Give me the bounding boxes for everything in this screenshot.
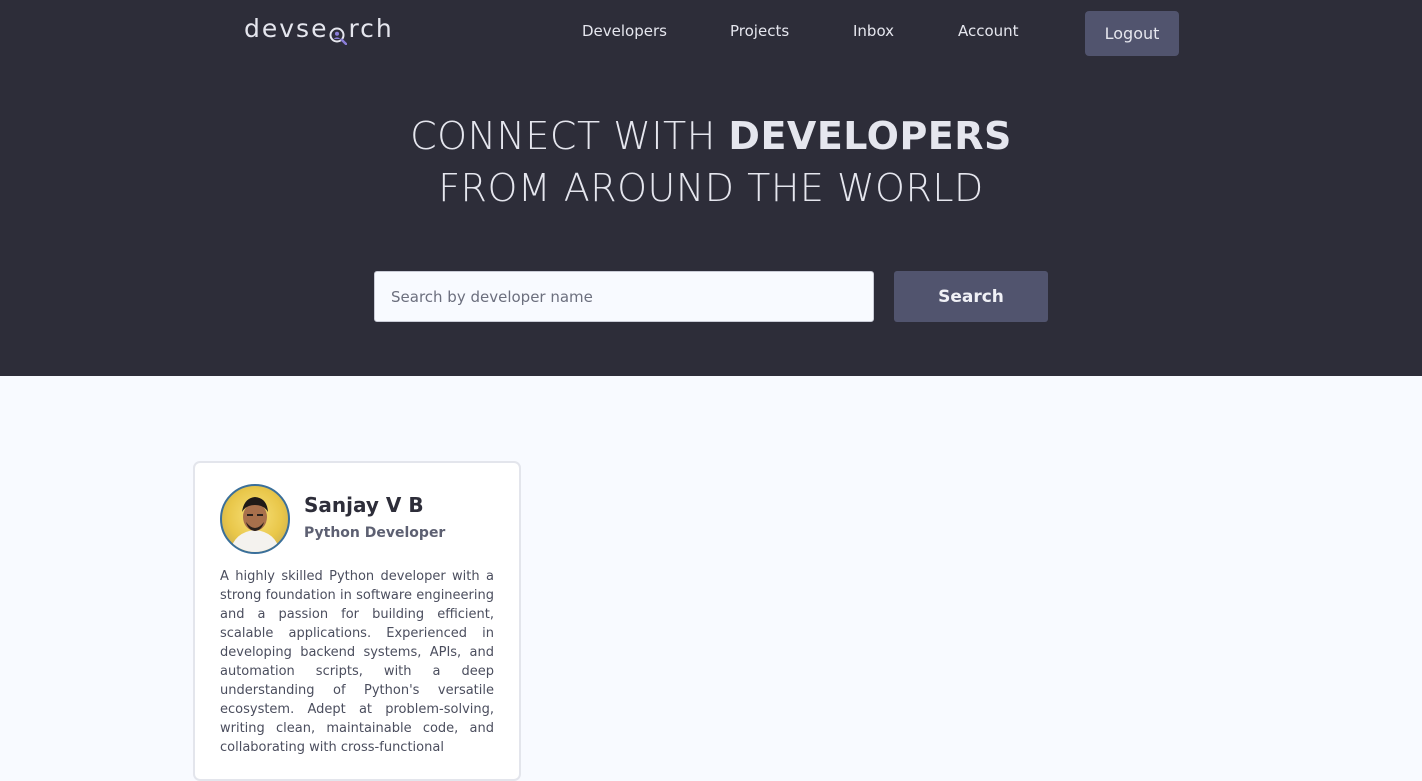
avatar[interactable] xyxy=(220,484,290,554)
nav-link-developers[interactable]: Developers xyxy=(582,22,667,40)
hero-section: devse rch Developers Projects Inbox Acco… xyxy=(0,0,1422,376)
avatar-photo-icon xyxy=(230,497,280,552)
developer-role: Python Developer xyxy=(304,525,446,541)
hero-headline-bold: DEVELOPERS xyxy=(728,114,1012,158)
developer-card[interactable]: Sanjay V B Python Developer A highly ski… xyxy=(193,461,521,781)
logo-text-start: devse xyxy=(244,14,329,43)
nav-link-inbox[interactable]: Inbox xyxy=(853,22,894,40)
logout-button[interactable]: Logout xyxy=(1085,11,1179,56)
developer-bio: A highly skilled Python developer with a… xyxy=(220,569,494,755)
magnifier-logo-icon xyxy=(329,22,348,45)
nav-link-projects[interactable]: Projects xyxy=(730,22,789,40)
hero-headline-light: CONNECT WITH xyxy=(410,114,729,158)
devsearch-logo[interactable]: devse rch xyxy=(244,14,394,45)
hero-headline-line2: FROM AROUND THE WORLD xyxy=(438,166,984,210)
nav-link-account[interactable]: Account xyxy=(958,22,1019,40)
hero-headline-line1: CONNECT WITH DEVELOPERS xyxy=(0,114,1422,158)
logo-text-end: rch xyxy=(348,14,394,43)
search-button[interactable]: Search xyxy=(894,271,1048,322)
developer-search-input[interactable] xyxy=(374,271,874,322)
developer-name[interactable]: Sanjay V B xyxy=(304,493,424,517)
